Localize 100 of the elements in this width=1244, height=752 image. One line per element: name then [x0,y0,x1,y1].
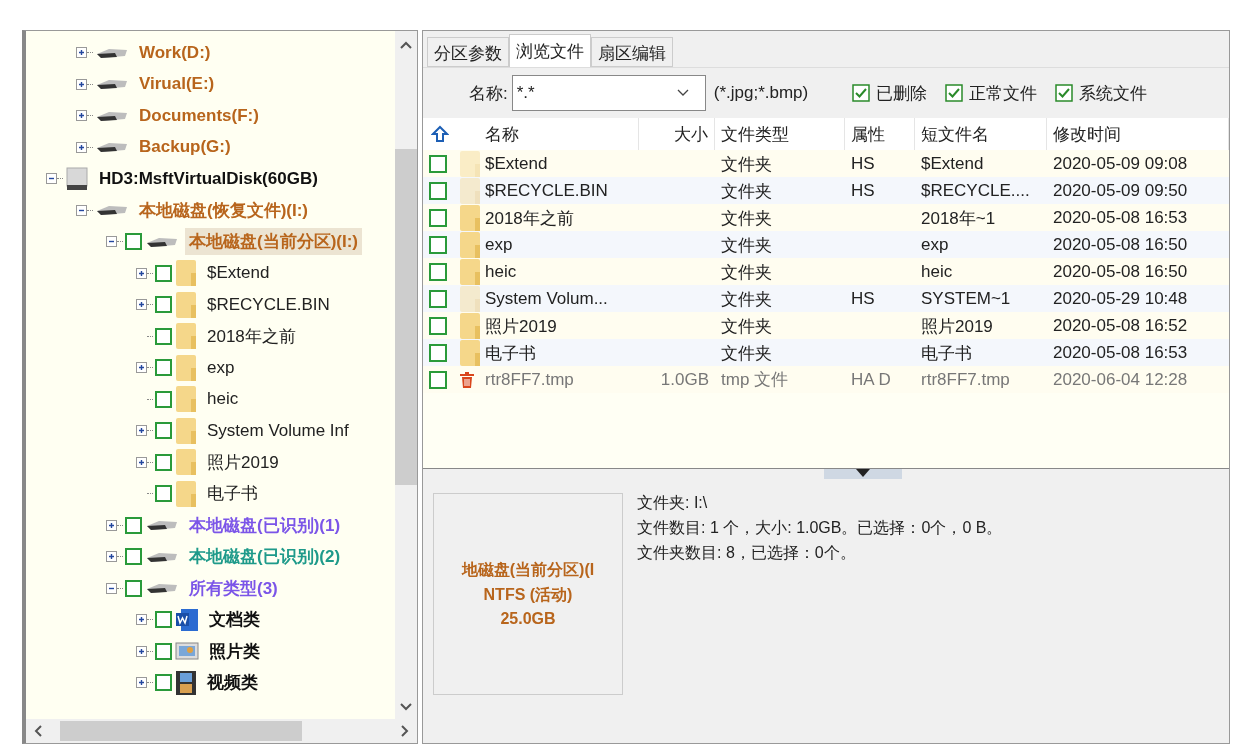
checkbox[interactable] [429,209,447,227]
checkbox-label[interactable]: 正常文件 [969,81,1038,105]
checkbox[interactable] [155,642,172,660]
tree-item[interactable]: Backup(G:) [135,135,235,160]
scroll-down-icon[interactable] [400,703,412,711]
folder-info: 文件夹: I:\ [637,493,709,513]
splitter-handle[interactable] [824,469,902,479]
checkbox[interactable] [155,422,172,440]
expand-icon[interactable] [136,645,147,657]
tree-item[interactable]: Virual(E:) [135,72,219,97]
expand-icon[interactable] [106,551,117,563]
tree-item[interactable]: $RECYCLE.BIN [203,292,334,317]
expand-icon[interactable] [76,78,87,90]
collapse-icon[interactable] [106,236,117,248]
tree-item[interactable]: 电子书 [203,480,262,508]
caret-icon[interactable] [676,89,689,97]
checkbox[interactable] [155,327,172,345]
checkbox[interactable] [125,516,142,534]
scroll-thumb[interactable] [60,721,302,741]
drive-icon [95,203,129,218]
file-name: rtr8FF7.tmp [485,369,574,390]
checkbox[interactable] [429,155,447,173]
modified-time: 2020-05-09 09:50 [1053,181,1188,201]
horizontal-scrollbar[interactable] [26,719,417,743]
checkbox[interactable] [852,84,871,102]
tree-item[interactable]: exp [203,355,239,380]
extension-hint: (*.jpg;*.bmp) [713,83,809,103]
scroll-left-icon[interactable] [34,725,42,737]
tab[interactable]: 分区参数 [427,37,509,67]
short-file-name: 照片2019 [921,315,993,338]
folder-icon [175,479,197,508]
tree-item[interactable]: 所有类型(3) [185,574,282,602]
tree-item[interactable]: 2018年之前 [203,322,300,350]
scroll-up-icon[interactable] [400,41,412,49]
expand-icon[interactable] [106,519,117,531]
checkbox[interactable] [155,453,172,471]
tree-item[interactable]: 本地磁盘(已识别)(1) [185,511,345,539]
tree-item[interactable]: Work(D:) [135,40,215,65]
expand-icon[interactable] [136,614,147,626]
scroll-right-icon[interactable] [401,725,409,737]
volume-info: 地磁盘(当前分区)(I [461,560,595,580]
tree-item[interactable]: 照片类 [205,637,264,665]
checkbox[interactable] [429,236,447,254]
expand-icon[interactable] [76,110,87,122]
name-combobox[interactable]: *.* [511,75,706,111]
expand-icon[interactable] [136,267,147,279]
tree-item[interactable]: 本地磁盘(恢复文件)(I:) [135,196,313,224]
checkbox[interactable] [1055,84,1074,102]
tree-item[interactable]: System Volume Inf [203,418,353,443]
tab[interactable]: 扇区编辑 [591,37,673,67]
collapse-icon[interactable] [76,204,87,216]
expand-icon[interactable] [136,425,147,437]
tree-item[interactable]: Documents(F:) [135,103,263,128]
checkbox[interactable] [429,370,447,389]
modified-time: 2020-05-08 16:53 [1053,343,1188,363]
folder-icon [175,353,197,382]
checkbox[interactable] [429,182,447,200]
vertical-scrollbar[interactable] [395,31,417,719]
expand-icon[interactable] [136,299,147,311]
tab[interactable]: 浏览文件 [509,34,591,67]
checkbox[interactable] [155,264,172,282]
tree-item[interactable]: 视频类 [203,669,262,697]
scroll-thumb[interactable] [395,149,417,485]
tree-item[interactable]: 照片2019 [203,448,283,476]
collapse-icon[interactable] [46,173,57,185]
expand-icon[interactable] [76,47,87,59]
checkbox[interactable] [125,548,142,566]
collapse-icon[interactable] [106,582,117,594]
sort-up-icon[interactable] [431,125,449,143]
expand-icon[interactable] [136,456,147,468]
checkbox[interactable] [125,579,142,597]
folder-icon [459,231,481,259]
file-type: 文件夹 [721,261,772,284]
expand-icon[interactable] [76,141,87,153]
tree-item[interactable]: HD3:MsftVirtualDisk(60GB) [95,166,322,191]
modified-time: 2020-06-04 12:28 [1053,369,1188,390]
tree-item[interactable]: heic [203,387,243,412]
checkbox[interactable] [155,485,172,503]
checkbox[interactable] [429,263,447,281]
checkbox[interactable] [155,296,172,314]
tree-item[interactable]: 文档类 [205,606,264,634]
checkbox[interactable] [155,611,172,629]
modified-time: 2020-05-08 16:52 [1053,316,1188,336]
checkbox[interactable] [429,317,447,335]
checkbox[interactable] [155,359,172,377]
expand-icon[interactable] [136,677,147,689]
checkbox[interactable] [429,344,447,362]
checkbox-label[interactable]: 系统文件 [1079,81,1148,105]
tree-item[interactable]: $Extend [203,261,274,286]
checkbox[interactable] [125,233,142,251]
drive-icon [145,581,179,596]
name-label: 名称: [469,82,508,105]
folder-icon [459,285,481,313]
short-file-name: exp [921,235,949,255]
checkbox[interactable] [155,390,172,408]
checkbox-label[interactable]: 已删除 [876,81,928,105]
checkbox[interactable] [429,290,447,308]
expand-icon[interactable] [136,362,147,374]
checkbox[interactable] [945,84,964,102]
checkbox[interactable] [155,674,172,692]
